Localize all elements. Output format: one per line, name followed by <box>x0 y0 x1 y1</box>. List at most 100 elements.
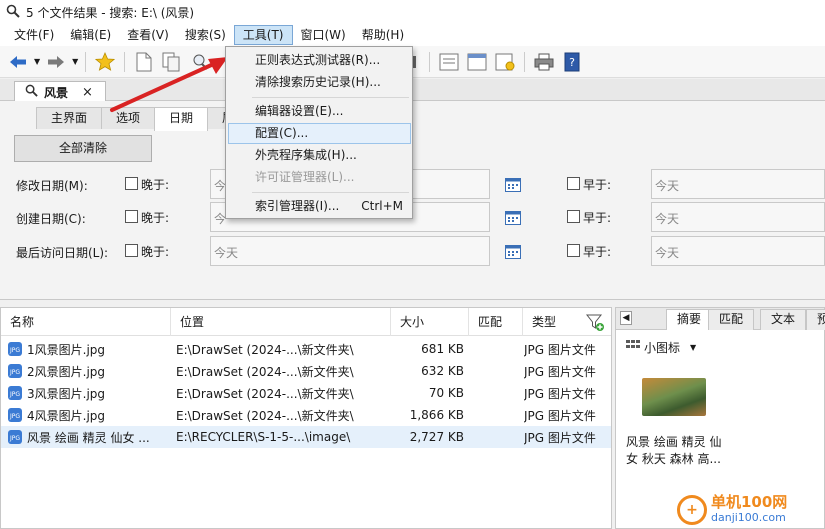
menu-item-configuration[interactable]: 配置(C)... <box>228 123 411 144</box>
accessed-after-checkbox[interactable] <box>125 244 138 257</box>
jpg-file-icon: JPG <box>7 429 23 445</box>
image-thumbnail[interactable] <box>642 378 706 416</box>
menu-tools[interactable]: 工具(T) <box>233 25 293 45</box>
modified-date-label: 修改日期(M): <box>16 179 88 193</box>
results-list: 名称 位置 大小 匹配 类型 JPG 1风景图片.jpg E:\DrawSet … <box>0 307 612 529</box>
menu-separator <box>252 192 409 193</box>
toolbar-separator <box>524 51 526 72</box>
menu-help[interactable]: 帮助(H) <box>354 25 412 45</box>
accessed-before-field[interactable]: 今天 <box>651 236 825 266</box>
row-type: JPG 图片文件 <box>524 342 596 357</box>
options-icon[interactable] <box>493 50 517 74</box>
modified-after-checkbox[interactable] <box>125 177 138 190</box>
tab-scroll-left-icon[interactable]: ◀ <box>620 311 632 325</box>
jpg-file-icon: JPG <box>7 363 23 379</box>
row-name: 4风景图片.jpg <box>27 408 106 423</box>
help-book-icon[interactable]: ? <box>560 50 584 74</box>
close-icon[interactable]: × <box>82 85 93 100</box>
modified-after-label: 晚于: <box>141 178 170 192</box>
menu-item-regex-tester[interactable]: 正则表达式测试器(R)... <box>228 50 411 71</box>
accessed-date-label: 最后访问日期(L): <box>16 246 109 260</box>
accessed-date-row: 最后访问日期(L): 晚于: 今天 早于: 今天 <box>0 236 825 266</box>
accessed-after-label: 晚于: <box>141 245 170 259</box>
column-header-name[interactable]: 名称 <box>1 308 171 336</box>
svg-text:JPG: JPG <box>9 413 20 420</box>
menu-item-label: 正则表达式测试器(R)... <box>255 53 381 67</box>
row-location: E:\DrawSet (2024-...\新文件夹\ <box>176 364 354 379</box>
modified-before-field[interactable]: 今天 <box>651 169 825 199</box>
table-row[interactable]: JPG 2风景图片.jpg E:\DrawSet (2024-...\新文件夹\… <box>1 360 611 382</box>
chevron-down-icon: ▼ <box>690 343 697 352</box>
watermark-url: danji100.com <box>711 510 786 524</box>
tab-matches[interactable]: 匹配 <box>708 309 755 330</box>
watermark-name: 单机100网 <box>711 492 788 511</box>
toolbar-separator <box>429 51 431 72</box>
forward-arrow-icon[interactable] <box>44 50 68 74</box>
print-icon[interactable] <box>532 50 556 74</box>
title-bar: 5 个文件结果 - 搜索: E:\ (风景) <box>0 0 825 24</box>
preview-tabs: ◀ 摘要 匹配 文本 预 <box>616 308 825 330</box>
created-after-checkbox[interactable] <box>125 210 138 223</box>
jpg-file-icon: JPG <box>7 407 23 423</box>
menu-item-index-manager[interactable]: 索引管理器(I)... Ctrl+M <box>228 196 411 217</box>
layout-icon[interactable] <box>465 50 489 74</box>
row-name: 风景 绘画 精灵 仙女 ... <box>27 430 150 445</box>
table-row[interactable]: JPG 3风景图片.jpg E:\DrawSet (2024-...\新文件夹\… <box>1 382 611 404</box>
menu-edit[interactable]: 编辑(E) <box>62 25 119 45</box>
row-size: 70 KB <box>428 386 464 400</box>
created-before-field[interactable]: 今天 <box>651 202 825 232</box>
row-location: E:\DrawSet (2024-...\新文件夹\ <box>176 342 354 357</box>
row-type: JPG 图片文件 <box>524 386 596 401</box>
created-date-label: 创建日期(C): <box>16 212 86 226</box>
row-size: 2,727 KB <box>409 430 464 444</box>
table-row[interactable]: JPG 4风景图片.jpg E:\DrawSet (2024-...\新文件夹\… <box>1 404 611 426</box>
menu-file[interactable]: 文件(F) <box>6 25 62 45</box>
annotation-arrow <box>110 57 228 112</box>
column-header-location[interactable]: 位置 <box>171 308 391 336</box>
chevron-down-icon[interactable]: ▼ <box>72 57 78 66</box>
filter-icon[interactable] <box>585 312 605 335</box>
watermark: + 单机100网 danji100.com <box>677 490 825 529</box>
menu-view[interactable]: 查看(V) <box>119 25 177 45</box>
tab-text[interactable]: 文本 <box>760 309 807 330</box>
chevron-down-icon[interactable]: ▼ <box>34 57 40 66</box>
menu-window[interactable]: 窗口(W) <box>293 25 354 45</box>
row-location: E:\DrawSet (2024-...\新文件夹\ <box>176 408 354 423</box>
menu-separator <box>252 97 409 98</box>
calendar-icon[interactable] <box>505 210 521 225</box>
panel-icon[interactable] <box>437 50 461 74</box>
created-before-checkbox[interactable] <box>567 210 580 223</box>
calendar-icon[interactable] <box>505 177 521 192</box>
table-row-selected[interactable]: JPG 风景 绘画 精灵 仙女 ... E:\RECYCLER\S-1-5-..… <box>1 426 611 448</box>
tab-summary[interactable]: 摘要 <box>666 309 713 330</box>
watermark-logo-icon: + <box>677 494 707 525</box>
modified-before-label: 早于: <box>583 178 612 192</box>
column-header-size[interactable]: 大小 <box>391 308 469 336</box>
row-name: 2风景图片.jpg <box>27 364 106 379</box>
caption-line-1: 风景 绘画 精灵 仙 <box>626 435 722 449</box>
menu-item-label: 外壳程序集成(H)... <box>255 148 357 162</box>
menu-search[interactable]: 搜索(S) <box>177 25 234 45</box>
accessed-before-checkbox[interactable] <box>567 244 580 257</box>
menu-item-editor-settings[interactable]: 编辑器设置(E)... <box>228 101 411 122</box>
view-mode-label: 小图标 <box>644 341 681 355</box>
modified-before-checkbox[interactable] <box>567 177 580 190</box>
menu-item-clear-history[interactable]: 清除搜索历史记录(H)... <box>228 72 411 93</box>
menu-item-shell-integration[interactable]: 外壳程序集成(H)... <box>228 145 411 166</box>
table-row[interactable]: JPG 1风景图片.jpg E:\DrawSet (2024-...\新文件夹\… <box>1 338 611 360</box>
svg-text:?: ? <box>569 56 575 69</box>
search-tab[interactable]: 风景 × <box>14 81 106 102</box>
jpg-file-icon: JPG <box>7 385 23 401</box>
column-header-type[interactable]: 类型 <box>523 308 585 336</box>
toolbar-separator <box>85 51 87 72</box>
accessed-after-field[interactable]: 今天 <box>210 236 490 266</box>
row-location: E:\RECYCLER\S-1-5-...\image\ <box>176 430 351 444</box>
calendar-icon[interactable] <box>505 244 521 259</box>
view-mode-selector[interactable]: 小图标 ▼ <box>626 339 696 356</box>
tab-main[interactable]: 主界面 <box>36 107 103 129</box>
column-header-match[interactable]: 匹配 <box>469 308 523 336</box>
clear-all-button[interactable]: 全部清除 <box>14 135 152 162</box>
back-arrow-icon[interactable] <box>6 50 30 74</box>
tab-preview[interactable]: 预 <box>806 309 825 330</box>
thumbnail-caption: 风景 绘画 精灵 仙 女 秋天 森林 高... <box>626 434 738 468</box>
